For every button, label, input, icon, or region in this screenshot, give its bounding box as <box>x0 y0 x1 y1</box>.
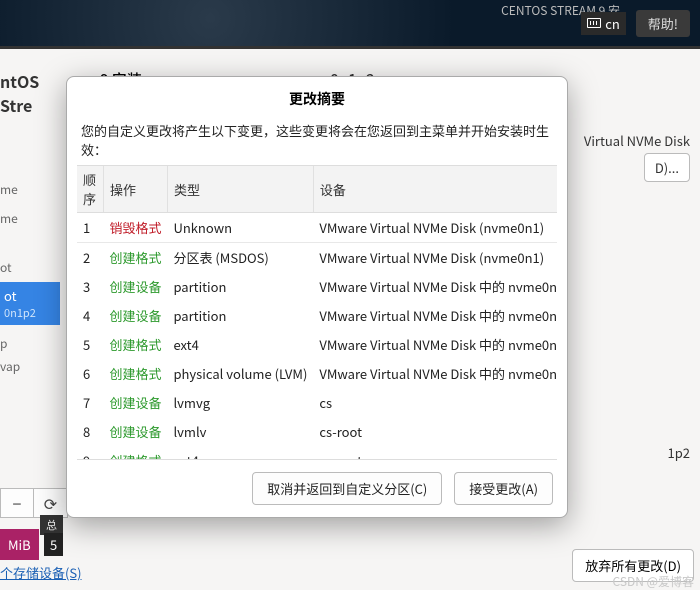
cell-seq: 1 <box>77 213 103 243</box>
space-summary-label: 总 <box>40 515 63 535</box>
cell-device: cs-root <box>313 446 557 460</box>
bg-left-frag-5: vap <box>0 358 60 381</box>
storage-devices-link[interactable]: 个存储设备(S) <box>0 563 82 582</box>
cell-op: 创建设备 <box>103 388 167 417</box>
table-row[interactable]: 1销毁格式UnknownVMware Virtual NVMe Disk (nv… <box>77 213 557 243</box>
cell-device: VMware Virtual NVMe Disk 中的 nvme0n1p <box>313 272 557 301</box>
cell-op: 创建设备 <box>103 272 167 301</box>
cell-seq: 8 <box>77 417 103 446</box>
cell-type: partition <box>167 301 313 330</box>
cell-type: lvmlv <box>167 417 313 446</box>
space-mib: MiB <box>8 535 31 554</box>
col-seq[interactable]: 顺序 <box>77 166 103 213</box>
cell-type: 分区表 (MSDOS) <box>167 243 313 273</box>
table-row[interactable]: 2创建格式分区表 (MSDOS)VMware Virtual NVMe Disk… <box>77 243 557 273</box>
cell-device: VMware Virtual NVMe Disk 中的 nvme0n1p <box>313 301 557 330</box>
col-op[interactable]: 操作 <box>103 166 167 213</box>
bg-left-frag-3: ot <box>0 253 60 282</box>
keyboard-icon <box>587 18 601 28</box>
accept-button[interactable]: 接受更改(A) <box>454 472 553 505</box>
bg-install-heading: ntOS Stre <box>0 49 60 117</box>
cell-seq: 9 <box>77 446 103 460</box>
table-row[interactable]: 7创建设备lvmvgcs <box>77 388 557 417</box>
bg-left-frag-1: me <box>0 175 60 204</box>
cell-seq: 5 <box>77 330 103 359</box>
cell-op: 创建设备 <box>103 301 167 330</box>
reload-button[interactable]: ⟳ <box>34 488 68 518</box>
table-row[interactable]: 9创建格式ext4cs-root <box>77 446 557 460</box>
cell-device: VMware Virtual NVMe Disk 中的 nvme0n1p <box>313 330 557 359</box>
cell-seq: 4 <box>77 301 103 330</box>
bg-left-frag-4: p <box>0 325 60 358</box>
desktop-top-bar: CENTOS STREAM 9 安 cn 帮助! <box>0 0 700 46</box>
col-type[interactable]: 类型 <box>167 166 313 213</box>
cell-type: Unknown <box>167 213 313 243</box>
cell-op: 创建格式 <box>103 330 167 359</box>
cancel-button[interactable]: 取消并返回到自定义分区(C) <box>252 472 442 505</box>
bg-disk-button[interactable]: D)... <box>644 153 690 182</box>
keyboard-indicator[interactable]: cn <box>581 12 626 35</box>
cell-device: VMware Virtual NVMe Disk 中的 nvme0n1p <box>313 359 557 388</box>
bg-disk-row-label: 1p2 <box>668 443 691 462</box>
cell-seq: 7 <box>77 388 103 417</box>
table-row[interactable]: 8创建设备lvmlvcs-root <box>77 417 557 446</box>
table-row[interactable]: 4创建设备partitionVMware Virtual NVMe Disk 中… <box>77 301 557 330</box>
table-header-row: 顺序 操作 类型 设备 <box>77 166 557 213</box>
changes-table: 顺序 操作 类型 设备 1销毁格式UnknownVMware Virtual N… <box>77 166 557 460</box>
cell-op: 创建格式 <box>103 446 167 460</box>
cell-op: 创建格式 <box>103 243 167 273</box>
bg-left-sel-label: ot <box>4 286 60 305</box>
cell-device: cs-root <box>313 417 557 446</box>
cell-type: ext4 <box>167 446 313 460</box>
dialog-title: 更改摘要 <box>67 77 567 117</box>
keyboard-layout: cn <box>605 14 620 33</box>
cell-type: ext4 <box>167 330 313 359</box>
bg-left-frag-2: me <box>0 204 60 233</box>
dialog-description: 您的自定义更改将产生以下变更，这些变更将会在您返回到主菜单并开始安装时生效： <box>67 117 567 165</box>
watermark-text: CSDN @爱博客 <box>613 573 694 590</box>
changes-table-wrap: 顺序 操作 类型 设备 1销毁格式UnknownVMware Virtual N… <box>77 165 557 460</box>
remove-partition-button[interactable]: − <box>0 488 34 518</box>
cell-type: partition <box>167 272 313 301</box>
space-summary-badge: 总 MiB 5 <box>0 529 39 560</box>
space-five: 5 <box>44 533 63 556</box>
cell-type: lvmvg <box>167 388 313 417</box>
cell-op: 销毁格式 <box>103 213 167 243</box>
table-row[interactable]: 6创建格式physical volume (LVM)VMware Virtual… <box>77 359 557 388</box>
cell-device: VMware Virtual NVMe Disk (nvme0n1) <box>313 213 557 243</box>
bg-disk-label: Virtual NVMe Disk <box>584 131 690 150</box>
table-row[interactable]: 3创建设备partitionVMware Virtual NVMe Disk 中… <box>77 272 557 301</box>
help-button[interactable]: 帮助! <box>636 10 690 37</box>
cell-seq: 6 <box>77 359 103 388</box>
cell-type: physical volume (LVM) <box>167 359 313 388</box>
cell-seq: 2 <box>77 243 103 273</box>
cell-op: 创建格式 <box>103 359 167 388</box>
cell-op: 创建设备 <box>103 417 167 446</box>
bg-left-selected[interactable]: ot 0n1p2 <box>0 282 60 325</box>
cell-device: cs <box>313 388 557 417</box>
col-device[interactable]: 设备 <box>313 166 557 213</box>
bg-left-sel-sub: 0n1p2 <box>4 305 60 321</box>
partition-toolbar: − ⟳ <box>0 488 68 518</box>
cell-device: VMware Virtual NVMe Disk (nvme0n1) <box>313 243 557 273</box>
summary-dialog: 更改摘要 您的自定义更改将产生以下变更，这些变更将会在您返回到主菜单并开始安装时… <box>66 76 568 518</box>
cell-seq: 3 <box>77 272 103 301</box>
table-row[interactable]: 5创建格式ext4VMware Virtual NVMe Disk 中的 nvm… <box>77 330 557 359</box>
